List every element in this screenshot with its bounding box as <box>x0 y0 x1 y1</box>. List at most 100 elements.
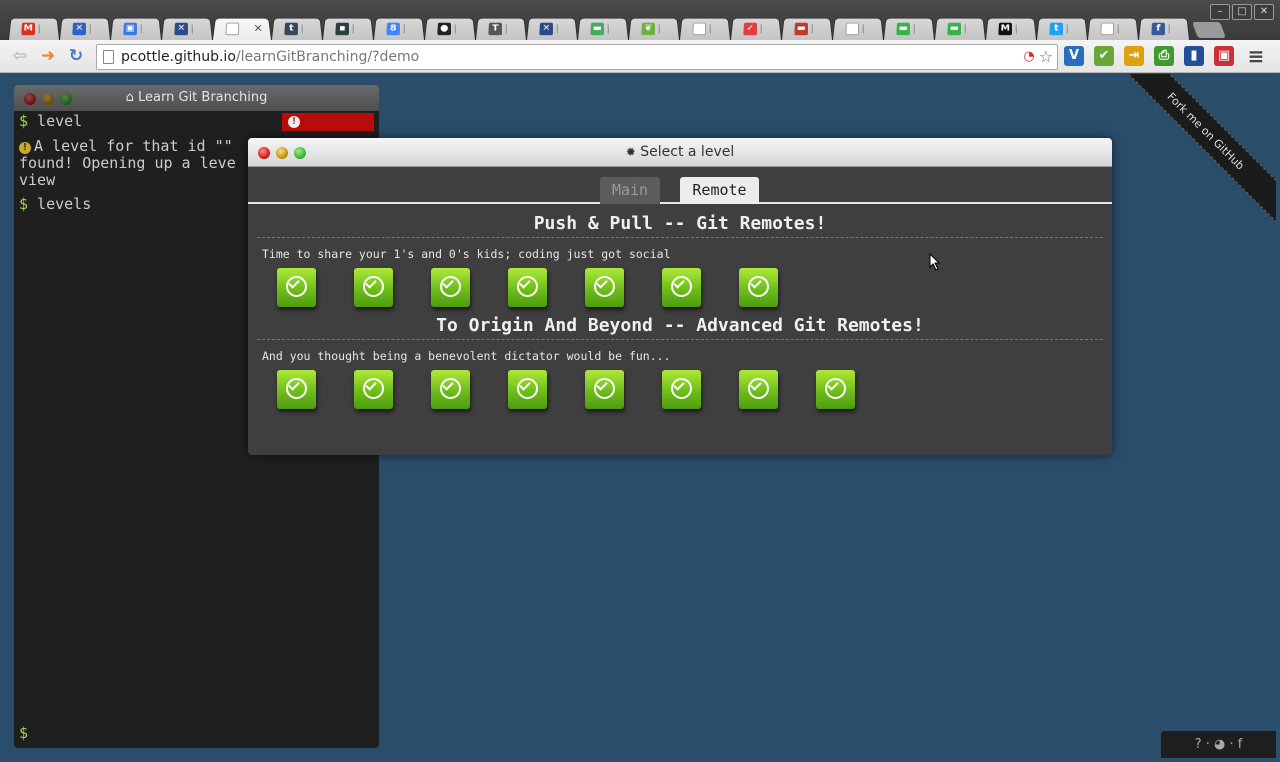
checkmark-icon <box>673 379 685 391</box>
tab-main[interactable]: Main <box>600 177 660 204</box>
section-origin-beyond: To Origin And Beyond -- Advanced Git Rem… <box>248 314 1112 416</box>
browser-tab[interactable]: M <box>985 17 1037 40</box>
modal-titlebar: ✹ Select a level <box>248 138 1112 167</box>
terminal-line: $ level ! <box>19 113 374 131</box>
browser-tab[interactable]: ▣ <box>110 17 162 40</box>
terminal-title: ⌂ Learn Git Branching <box>125 90 268 105</box>
footer-links[interactable]: ? · ◕ · f <box>1161 731 1276 758</box>
browser-tab[interactable]: × <box>212 17 272 40</box>
exit-icon[interactable]: ⇥ <box>1124 46 1144 66</box>
back-button[interactable]: ⇦ <box>10 46 30 66</box>
tab-separator <box>1066 24 1068 34</box>
level-complete-icon[interactable] <box>277 268 316 307</box>
section-title: Push & Pull -- Git Remotes! <box>257 212 1103 238</box>
browser-tab[interactable]: ▬ <box>577 17 629 40</box>
forward-button[interactable]: ➜ <box>38 46 58 66</box>
menu-icon[interactable]: ≡ <box>1246 46 1266 66</box>
browser-toolbar: ⇦ ➜ ↻ pcottle.github.io/learnGitBranchin… <box>0 40 1280 73</box>
checkmark-icon <box>442 277 454 289</box>
level-complete-icon[interactable] <box>431 370 470 409</box>
browser-tab[interactable]: ✕ <box>526 17 578 40</box>
browser-tab[interactable] <box>679 17 731 40</box>
browser-titlebar: M ✕ ▣ ✕ × t ▪ 8 ● T ✕ ▬ ❦ ✓ ▬ ▬ ▬ Mt f – □ ✕ <box>0 0 1280 40</box>
fork-me-ribbon[interactable]: Fork me on GitHub <box>1103 74 1276 234</box>
reload-button[interactable]: ↻ <box>66 46 86 66</box>
facebook-icon: f <box>1151 22 1165 36</box>
url-text[interactable]: pcottle.github.io/learnGitBranching/?dem… <box>121 49 419 65</box>
chart-icon[interactable]: ▮ <box>1184 46 1204 66</box>
section-description: And you thought being a benevolent dicta… <box>262 349 671 363</box>
browser-tab[interactable]: t <box>1036 17 1088 40</box>
level-complete-icon[interactable] <box>662 268 701 307</box>
home-icon: ⌂ <box>125 90 134 105</box>
tab-separator <box>607 24 609 34</box>
browser-tab[interactable]: ● <box>424 17 476 40</box>
maximize-window-button[interactable]: □ <box>1232 4 1252 20</box>
extension-page-icon[interactable]: ◔ <box>1023 49 1034 66</box>
level-complete-icon[interactable] <box>508 370 547 409</box>
terminal-input[interactable]: $ <box>19 724 28 742</box>
minimize-window-button[interactable]: – <box>1210 4 1230 20</box>
level-complete-icon[interactable] <box>354 268 393 307</box>
browser-tab[interactable]: ❦ <box>628 17 680 40</box>
tab-remote[interactable]: Remote <box>680 177 759 204</box>
browser-tab[interactable] <box>1087 17 1139 40</box>
checkmark-icon <box>750 277 762 289</box>
tools-icon: ✕ <box>72 22 86 36</box>
address-bar[interactable]: pcottle.github.io/learnGitBranching/?dem… <box>96 44 1058 70</box>
browser-tab[interactable]: ▪ <box>322 17 374 40</box>
tab-separator <box>862 24 864 34</box>
browser-tab[interactable]: ▬ <box>934 17 986 40</box>
level-complete-icon[interactable] <box>431 268 470 307</box>
browser-tab[interactable]: ✕ <box>161 17 213 40</box>
leaf-icon: ❦ <box>641 22 655 36</box>
vimeo-icon[interactable]: V <box>1064 46 1084 66</box>
tab-separator <box>38 24 40 34</box>
tab-separator <box>913 24 915 34</box>
browser-tab[interactable]: t <box>271 17 323 40</box>
browser-tab[interactable]: M <box>8 17 60 40</box>
checkmark-icon <box>365 277 377 289</box>
video-icon: ▬ <box>794 22 808 36</box>
browser-tab[interactable]: 8 <box>373 17 425 40</box>
new-tab-button[interactable] <box>1192 22 1226 38</box>
level-complete-icon[interactable] <box>508 268 547 307</box>
error-bar: ! <box>282 113 374 131</box>
tab-separator <box>140 24 142 34</box>
warning-icon: ! <box>19 142 31 154</box>
browser-tab[interactable]: T <box>475 17 527 40</box>
print-icon[interactable]: ⎙ <box>1154 46 1174 66</box>
bookmark-star-icon[interactable]: ☆ <box>1039 47 1053 66</box>
tab-close-icon[interactable]: × <box>253 22 263 34</box>
browser-tab[interactable]: ✓ <box>730 17 782 40</box>
tab-separator <box>403 24 405 34</box>
browser-tab[interactable] <box>832 17 884 40</box>
browser-tab[interactable]: ✕ <box>59 17 111 40</box>
browser-tab[interactable]: ▬ <box>781 17 833 40</box>
gmail-icon: M <box>21 22 35 36</box>
tab-strip: M ✕ ▣ ✕ × t ▪ 8 ● T ✕ ▬ ❦ ✓ ▬ ▬ ▬ Mt f <box>8 15 1226 40</box>
checkmark-icon <box>288 379 300 391</box>
level-complete-icon[interactable] <box>739 268 778 307</box>
level-icons-row <box>277 370 1112 416</box>
browser-tab[interactable]: ▬ <box>883 17 935 40</box>
level-complete-icon[interactable] <box>585 268 624 307</box>
level-complete-icon[interactable] <box>739 370 778 409</box>
close-window-button[interactable]: ✕ <box>1254 4 1274 20</box>
level-complete-icon[interactable] <box>277 370 316 409</box>
google-icon: 8 <box>386 22 400 36</box>
tab-separator <box>658 24 660 34</box>
save-icon[interactable]: ▣ <box>1214 46 1234 66</box>
tab-separator <box>1015 24 1017 34</box>
check-ext-icon[interactable]: ✔ <box>1094 46 1114 66</box>
tools-icon: ✕ <box>174 22 188 36</box>
level-complete-icon[interactable] <box>585 370 624 409</box>
page-icon <box>1100 22 1114 36</box>
level-complete-icon[interactable] <box>354 370 393 409</box>
tab-separator <box>556 24 558 34</box>
browser-tab[interactable]: f <box>1138 17 1190 40</box>
level-complete-icon[interactable] <box>816 370 855 409</box>
level-complete-icon[interactable] <box>662 370 701 409</box>
tab-separator <box>709 24 711 34</box>
checkmark-icon <box>596 277 608 289</box>
